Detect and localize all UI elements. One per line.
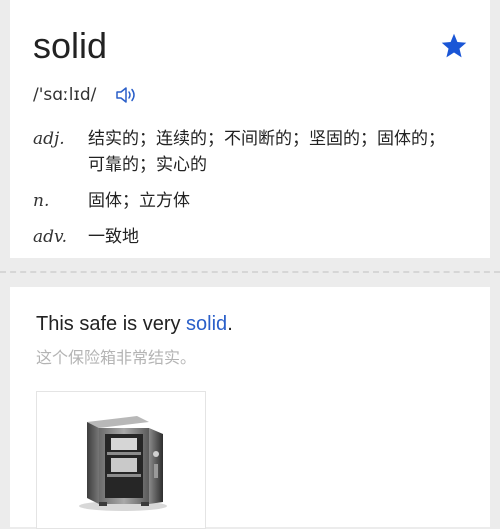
- example-text-after: .: [227, 313, 233, 335]
- part-of-speech: adv.: [33, 227, 68, 247]
- definition-text: 一致地: [88, 227, 139, 247]
- definition-list: adj. 结实的；连续的；不间断的；坚固的；固体的；可靠的；实心的 n. 固体；…: [33, 126, 463, 260]
- definition-item: n. 固体；立方体: [33, 188, 463, 214]
- section-divider: [0, 271, 500, 273]
- headword: solid: [33, 25, 108, 66]
- example-sentence-en: This safe is very solid.: [36, 311, 233, 337]
- speaker-icon[interactable]: [115, 84, 139, 106]
- example-card: This safe is very solid. 这个保险箱非常结实。: [10, 287, 490, 529]
- phonetic-row: /'sɑːlɪd/: [33, 83, 139, 107]
- part-of-speech: n.: [33, 191, 50, 211]
- phonetic-text: /'sɑːlɪd/: [33, 85, 97, 105]
- definition-text: 结实的；连续的；不间断的；坚固的；固体的；可靠的；实心的: [88, 129, 445, 175]
- example-image[interactable]: [36, 391, 206, 529]
- definition-item: adj. 结实的；连续的；不间断的；坚固的；固体的；可靠的；实心的: [33, 126, 463, 178]
- safe-illustration: [79, 416, 167, 511]
- example-text-before: This safe is very: [36, 313, 187, 335]
- star-icon[interactable]: [440, 32, 468, 60]
- part-of-speech: adj.: [33, 129, 65, 149]
- definition-item: adv. 一致地: [33, 224, 463, 250]
- definition-text: 固体；立方体: [88, 191, 190, 211]
- example-keyword[interactable]: solid: [186, 313, 227, 335]
- definition-card: solid /'sɑːlɪd/ adj. 结实的；连续的；不间断的；坚固的；固体…: [10, 0, 490, 258]
- example-sentence-cn: 这个保险箱非常结实。: [36, 348, 197, 367]
